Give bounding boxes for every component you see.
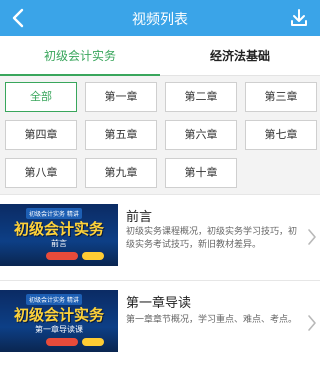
top-bar: 视频列表 bbox=[0, 0, 320, 36]
thumbnail-badge bbox=[46, 252, 78, 260]
chapter-chip[interactable]: 第七章 bbox=[245, 120, 317, 150]
chapter-chip[interactable]: 第二章 bbox=[165, 82, 237, 112]
chapter-chip[interactable]: 第五章 bbox=[85, 120, 157, 150]
video-title: 第一章导读 bbox=[126, 296, 192, 311]
chapter-chip[interactable]: 第九章 bbox=[85, 158, 157, 188]
divider bbox=[0, 280, 320, 281]
download-icon[interactable] bbox=[288, 7, 310, 29]
divider bbox=[0, 194, 320, 195]
video-list-item[interactable]: 初级会计实务 精讲 初级会计实务 前言 前言 初级实务课程概况，初级实务学习技巧… bbox=[0, 198, 320, 272]
page-title: 视频列表 bbox=[132, 12, 188, 28]
thumbnail-title: 初级会计实务 bbox=[13, 220, 104, 238]
tab-accounting-practice[interactable]: 初级会计实务 bbox=[0, 36, 160, 76]
subject-tabs: 初级会计实务 经济法基础 bbox=[0, 36, 320, 76]
thumbnail-title: 初级会计实务 bbox=[13, 306, 104, 324]
thumbnail-subtitle: 第一章导读课 bbox=[35, 325, 83, 334]
tab-economic-law[interactable]: 经济法基础 bbox=[160, 36, 320, 76]
chapter-chip[interactable]: 第十章 bbox=[165, 158, 237, 188]
chevron-right-icon bbox=[306, 228, 318, 246]
chapter-chip[interactable]: 第八章 bbox=[5, 158, 77, 188]
chapter-chip[interactable]: 第四章 bbox=[5, 120, 77, 150]
video-thumbnail: 初级会计实务 精讲 初级会计实务 前言 bbox=[0, 204, 118, 266]
chapter-chip-all[interactable]: 全部 bbox=[5, 82, 77, 112]
video-thumbnail: 初级会计实务 精讲 初级会计实务 第一章导读课 bbox=[0, 290, 118, 352]
chapter-filter-grid: 全部 第一章 第二章 第三章 第四章 第五章 第六章 第七章 第八章 第九章 第… bbox=[0, 76, 320, 194]
thumbnail-badge bbox=[82, 338, 104, 346]
thumbnail-badge bbox=[46, 338, 78, 346]
video-title: 前言 bbox=[126, 210, 153, 225]
watermark: NOFXLXAWET.APP bbox=[140, 334, 246, 347]
thumbnail-badge bbox=[82, 252, 104, 260]
chapter-chip[interactable]: 第一章 bbox=[85, 82, 157, 112]
video-description: 第一章章节概况，学习重点、难点、考点。 bbox=[126, 315, 298, 325]
video-description: 初级实务课程概况，初级实务学习技巧，初级实务考试技巧，新旧教材差异。 bbox=[126, 227, 298, 250]
chapter-chip[interactable]: 第六章 bbox=[165, 120, 237, 150]
chevron-right-icon bbox=[306, 314, 318, 332]
thumbnail-subtitle: 前言 bbox=[51, 239, 67, 248]
chapter-chip[interactable]: 第三章 bbox=[245, 82, 317, 112]
